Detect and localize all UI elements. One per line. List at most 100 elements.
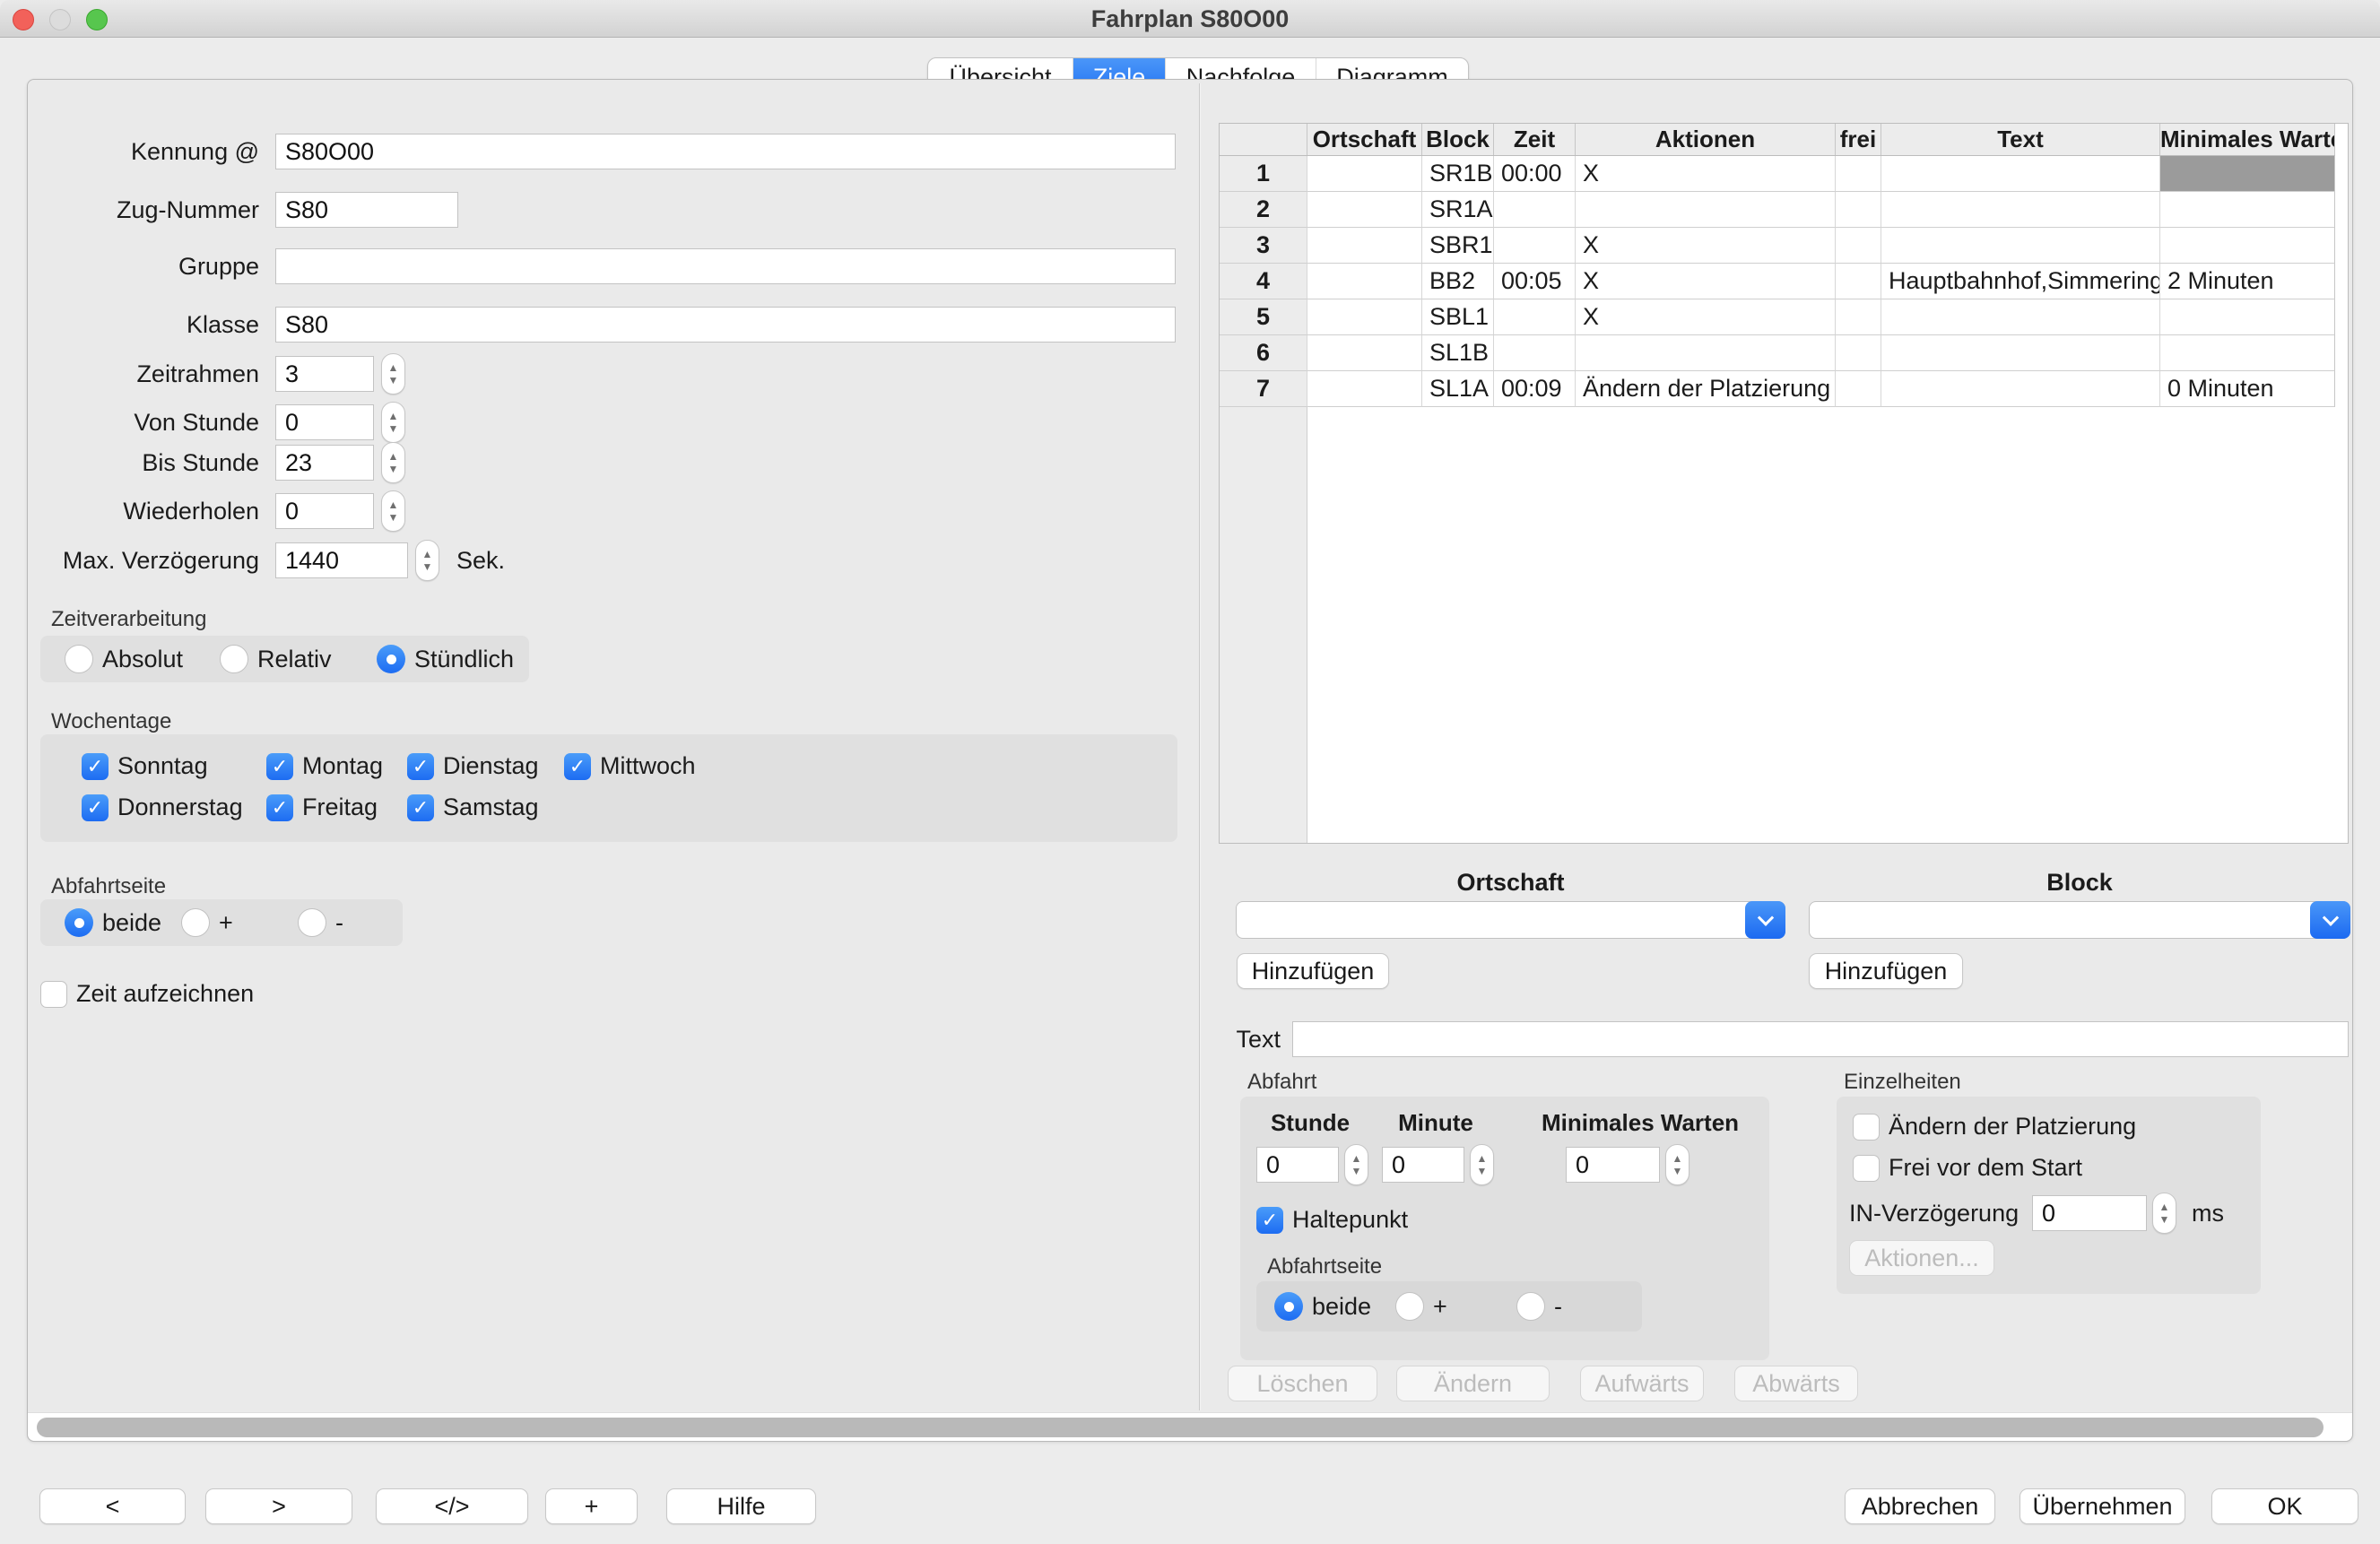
hilfe-button[interactable]: Hilfe [666,1488,816,1524]
cell-ortschaft[interactable] [1307,264,1422,299]
radio-icon[interactable] [1274,1292,1303,1321]
table-row[interactable]: 6 SL1B [1220,335,2335,371]
table-row[interactable]: 7 SL1A 00:09 Ändern der Platzierung 0 Mi… [1220,371,2335,407]
uebernehmen-button[interactable]: Übernehmen [2020,1488,2185,1524]
zeitrahmen-input[interactable] [275,356,374,392]
stepper-down-icon[interactable]: ▼ [1672,1165,1683,1177]
stepper-down-icon[interactable]: ▼ [388,463,399,475]
ok-button[interactable]: OK [2211,1488,2358,1524]
cell-aktionen[interactable]: X [1576,156,1836,192]
cell-minimales-warten[interactable] [2160,228,2335,264]
cell-minimales-warten[interactable] [2160,335,2335,371]
text-input[interactable] [1292,1021,2349,1057]
aufwaerts-button[interactable]: Aufwärts [1580,1366,1704,1401]
in-verzoegerung-stepper[interactable]: ▲▼ [2152,1193,2176,1234]
checkbox-aendern-platzierung[interactable]: ✓ Ändern der Platzierung [1853,1113,2136,1141]
kennung-input[interactable] [275,134,1176,169]
cell-minimales-warten[interactable]: 2 Minuten [2160,264,2335,299]
cell-frei[interactable] [1836,299,1881,335]
checkbox-icon[interactable]: ✓ [266,794,293,821]
zoom-window-icon[interactable] [86,9,108,30]
max-verzoegerung-stepper[interactable]: ▲▼ [415,540,439,581]
radio-minus[interactable]: - [298,908,343,937]
stepper-up-icon[interactable]: ▲ [2159,1201,2170,1213]
minimales-warten-input[interactable] [1566,1147,1660,1183]
cell-minimales-warten[interactable] [2160,192,2335,228]
cell-block[interactable]: BB2 [1422,264,1494,299]
checkbox-icon[interactable]: ✓ [564,753,591,780]
cell-block[interactable]: SL1B [1422,335,1494,371]
checkbox-dienstag[interactable]: ✓ Dienstag [407,752,539,780]
stepper-up-icon[interactable]: ▲ [388,361,399,374]
cell-num[interactable]: 3 [1220,228,1307,264]
cell-aktionen[interactable]: Ändern der Platzierung [1576,371,1836,407]
von-stunde-stepper[interactable]: ▲▼ [381,402,405,443]
stepper-down-icon[interactable]: ▼ [388,511,399,524]
cell-block[interactable]: SR1B [1422,156,1494,192]
checkbox-icon[interactable]: ✓ [407,753,434,780]
wiederholen-input[interactable] [275,493,374,529]
radio-beide[interactable]: beide [65,908,161,937]
code-button[interactable]: </> [376,1488,528,1524]
radio-plus[interactable]: + [1395,1292,1447,1321]
stepper-up-icon[interactable]: ▲ [1477,1152,1488,1165]
checkbox-frei-vor-start[interactable]: ✓ Frei vor dem Start [1853,1154,2082,1182]
add-button[interactable]: + [545,1488,638,1524]
checkbox-icon[interactable]: ✓ [407,794,434,821]
checkbox-donnerstag[interactable]: ✓ Donnerstag [82,794,243,821]
cell-block[interactable]: SR1A [1422,192,1494,228]
cell-block[interactable]: SBR1 [1422,228,1494,264]
checkbox-icon[interactable]: ✓ [40,981,67,1008]
checkbox-freitag[interactable]: ✓ Freitag [266,794,378,821]
close-window-icon[interactable] [13,9,34,30]
loeschen-button[interactable]: Löschen [1228,1366,1377,1401]
cell-minimales-warten[interactable] [2160,299,2335,335]
next-button[interactable]: > [205,1488,352,1524]
bis-stunde-input[interactable] [275,445,374,481]
von-stunde-input[interactable] [275,404,374,440]
hinzufuegen-ortschaft-button[interactable]: Hinzufügen [1237,953,1389,989]
checkbox-sonntag[interactable]: ✓ Sonntag [82,752,208,780]
bis-stunde-stepper[interactable]: ▲▼ [381,442,405,483]
cell-num[interactable]: 2 [1220,192,1307,228]
stepper-down-icon[interactable]: ▼ [422,560,433,573]
in-verzoegerung-input[interactable] [2032,1195,2147,1231]
stepper-up-icon[interactable]: ▲ [1351,1152,1362,1165]
cell-ortschaft[interactable] [1307,192,1422,228]
checkbox-icon[interactable]: ✓ [1853,1155,1880,1182]
stepper-down-icon[interactable]: ▼ [388,422,399,435]
cell-zeit[interactable] [1494,335,1576,371]
stepper-up-icon[interactable]: ▲ [388,499,399,511]
hinzufuegen-block-button[interactable]: Hinzufügen [1809,953,1963,989]
radio-icon[interactable] [298,908,326,937]
cell-ortschaft[interactable] [1307,335,1422,371]
cell-num[interactable]: 4 [1220,264,1307,299]
zeitrahmen-stepper[interactable]: ▲▼ [381,353,405,395]
wiederholen-stepper[interactable]: ▲▼ [381,490,405,532]
checkbox-icon[interactable]: ✓ [1256,1207,1283,1234]
aktionen-button[interactable]: Aktionen... [1849,1240,1994,1276]
stunde-stepper[interactable]: ▲▼ [1344,1144,1368,1185]
radio-plus[interactable]: + [181,908,233,937]
cell-text[interactable] [1881,156,2160,192]
cell-minimales-warten[interactable] [2160,156,2335,192]
table-row[interactable]: 1 SR1B 00:00 X [1220,156,2335,192]
table-row[interactable]: 3 SBR1 X [1220,228,2335,264]
minute-stepper[interactable]: ▲▼ [1470,1144,1494,1185]
cell-zeit[interactable]: 00:05 [1494,264,1576,299]
minute-input[interactable] [1382,1147,1464,1183]
gruppe-input[interactable] [275,248,1176,284]
radio-minus[interactable]: - [1516,1292,1562,1321]
stepper-down-icon[interactable]: ▼ [1477,1165,1488,1177]
klasse-input[interactable] [275,307,1176,343]
cell-aktionen[interactable] [1576,192,1836,228]
cell-frei[interactable] [1836,371,1881,407]
cell-frei[interactable] [1836,228,1881,264]
prev-button[interactable]: < [39,1488,186,1524]
cell-block[interactable]: SBL1 [1422,299,1494,335]
cell-block[interactable]: SL1A [1422,371,1494,407]
radio-icon[interactable] [65,908,93,937]
stepper-down-icon[interactable]: ▼ [1351,1165,1362,1177]
cell-num[interactable]: 1 [1220,156,1307,192]
cell-aktionen[interactable]: X [1576,299,1836,335]
